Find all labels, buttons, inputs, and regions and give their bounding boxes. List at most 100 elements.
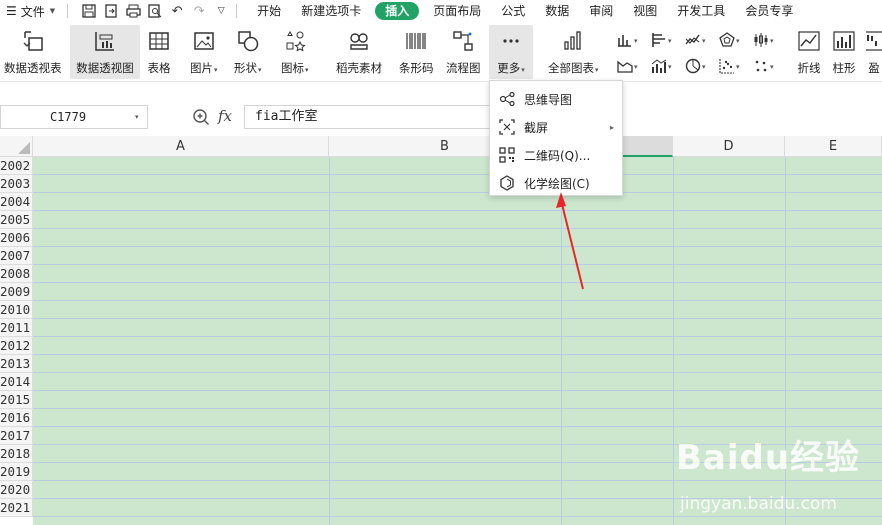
tab-view[interactable]: 视图 bbox=[623, 0, 667, 22]
bar-chart-dropdown[interactable]: ▾ bbox=[651, 32, 683, 50]
zoom-icon[interactable] bbox=[192, 108, 210, 126]
combo-chart-dropdown[interactable]: ▾ bbox=[651, 58, 683, 76]
fx-icon[interactable]: fx bbox=[218, 107, 232, 125]
row-divider bbox=[33, 210, 882, 211]
line-chart-dropdown[interactable]: ▾ bbox=[685, 32, 717, 50]
chevron-down-icon: ▾ bbox=[135, 113, 139, 121]
file-menu-label: 文件 bbox=[20, 4, 45, 19]
row-header[interactable]: 2011 bbox=[0, 319, 33, 337]
column-chart-icon bbox=[617, 32, 633, 51]
tab-membership[interactable]: 会员专享 bbox=[735, 0, 803, 22]
row-header[interactable]: 2005 bbox=[0, 211, 33, 229]
table-button[interactable]: 表格 bbox=[146, 28, 172, 76]
customize-qat-icon[interactable]: ▽ bbox=[212, 2, 230, 20]
row-header[interactable]: 2003 bbox=[0, 175, 33, 193]
column-header-a[interactable]: A bbox=[33, 136, 329, 157]
all-charts-button[interactable]: 全部图表▾ bbox=[548, 28, 599, 76]
chevron-down-icon: ▾ bbox=[668, 37, 672, 45]
stock-chart-dropdown[interactable]: ▾ bbox=[753, 32, 785, 50]
menu-item-screenshot[interactable]: 截屏 ▸ bbox=[490, 113, 622, 141]
row-header[interactable]: 2013 bbox=[0, 355, 33, 373]
pivot-table-icon bbox=[20, 28, 46, 54]
row-divider bbox=[33, 192, 882, 193]
pivot-table-button[interactable]: 数据透视表 bbox=[4, 28, 62, 76]
row-divider bbox=[33, 354, 882, 355]
row-header[interactable]: 2019 bbox=[0, 463, 33, 481]
row-header[interactable]: 2016 bbox=[0, 409, 33, 427]
redo-icon[interactable]: ↷ bbox=[190, 2, 208, 20]
win-loss-button[interactable]: 盈 bbox=[866, 28, 882, 76]
shape-icon bbox=[235, 28, 261, 54]
row-header[interactable]: 2002 bbox=[0, 157, 33, 175]
more-button[interactable]: 更多▾ bbox=[489, 25, 533, 79]
select-all-corner[interactable] bbox=[0, 136, 33, 157]
menu-item-chemistry[interactable]: 化学绘图(C) bbox=[490, 169, 622, 197]
row-header[interactable]: 2004 bbox=[0, 193, 33, 211]
docer-material-button[interactable]: 稻壳素材 bbox=[336, 28, 382, 76]
tab-home[interactable]: 开始 bbox=[247, 0, 291, 22]
row-header[interactable]: 2008 bbox=[0, 265, 33, 283]
menu-item-mindmap[interactable]: 思维导图 bbox=[490, 85, 622, 113]
row-divider bbox=[33, 372, 882, 373]
tab-page-layout[interactable]: 页面布局 bbox=[423, 0, 491, 22]
menu-item-chemistry-label: 化学绘图(C) bbox=[524, 176, 590, 191]
row-header[interactable]: 2012 bbox=[0, 337, 33, 355]
flowchart-button[interactable]: 流程图 bbox=[446, 28, 481, 76]
docer-material-icon bbox=[346, 28, 372, 54]
menu-item-qrcode[interactable]: 二维码(Q)... bbox=[490, 141, 622, 169]
shape-button[interactable]: 形状▾ bbox=[234, 28, 262, 76]
area-chart-dropdown[interactable]: ▾ bbox=[617, 58, 649, 76]
column-header-d[interactable]: D bbox=[673, 136, 785, 157]
shape-label: 形状▾ bbox=[234, 61, 262, 75]
line-sparkline-button[interactable]: 折线 bbox=[796, 28, 822, 76]
column-sparkline-label: 柱形 bbox=[832, 61, 856, 75]
tab-new[interactable]: 新建选项卡 bbox=[291, 0, 371, 22]
pivot-chart-icon bbox=[92, 28, 118, 54]
tab-formulas[interactable]: 公式 bbox=[491, 0, 535, 22]
other-chart-dropdown[interactable]: ▾ bbox=[753, 58, 785, 76]
row-header[interactable]: 2015 bbox=[0, 391, 33, 409]
row-header[interactable]: 2010 bbox=[0, 301, 33, 319]
row-header[interactable]: 2014 bbox=[0, 373, 33, 391]
tab-review[interactable]: 审阅 bbox=[579, 0, 623, 22]
radar-chart-dropdown[interactable]: ▾ bbox=[719, 31, 751, 50]
row-header[interactable]: 2020 bbox=[0, 481, 33, 499]
row-divider bbox=[33, 228, 882, 229]
picture-button[interactable]: 图片▾ bbox=[190, 28, 218, 76]
area-chart-icon bbox=[617, 58, 633, 77]
baidu-jingyan-watermark: Baidu经验 jingyan.baidu.com bbox=[676, 430, 876, 525]
file-menu[interactable]: ☰ 文件 ▼ bbox=[0, 0, 61, 22]
column-header-e[interactable]: E bbox=[785, 136, 882, 157]
scatter-chart-dropdown[interactable]: ▾ bbox=[719, 58, 751, 76]
column-sparkline-button[interactable]: 柱形 bbox=[831, 28, 857, 76]
export-icon[interactable] bbox=[102, 2, 120, 20]
chevron-right-icon: ▸ bbox=[609, 122, 614, 132]
tab-insert[interactable]: 插入 bbox=[375, 2, 420, 20]
name-box[interactable]: C1779 ▾ bbox=[0, 105, 148, 129]
row-header[interactable]: 2007 bbox=[0, 247, 33, 265]
row-header[interactable]: 2021 bbox=[0, 499, 33, 517]
undo-icon[interactable]: ↶ bbox=[168, 2, 186, 20]
row-header[interactable]: 2009 bbox=[0, 283, 33, 301]
menu-bar: ☰ 文件 ▼ ↶ ↷ ▽ 开始 新建选项卡 插入 页面布局 公式 数据 审阅 视… bbox=[0, 0, 882, 22]
column-chart-dropdown[interactable]: ▾ bbox=[617, 32, 649, 50]
name-box-value: C1779 bbox=[49, 110, 87, 124]
pie-chart-dropdown[interactable]: ▾ bbox=[685, 58, 717, 76]
ribbon-tabs: 开始 新建选项卡 插入 页面布局 公式 数据 审阅 视图 开发工具 会员专享 bbox=[247, 0, 803, 22]
table-label: 表格 bbox=[147, 61, 171, 75]
pivot-chart-button[interactable]: 数据透视图 bbox=[70, 25, 140, 79]
row-divider bbox=[33, 390, 882, 391]
save-icon[interactable] bbox=[80, 2, 98, 20]
print-icon[interactable] bbox=[124, 2, 142, 20]
row-divider bbox=[33, 300, 882, 301]
win-loss-icon bbox=[866, 28, 882, 54]
print-preview-icon[interactable] bbox=[146, 2, 164, 20]
row-header[interactable]: 2018 bbox=[0, 445, 33, 463]
row-header[interactable]: 2006 bbox=[0, 229, 33, 247]
icon-library-button[interactable]: 图标▾ bbox=[281, 28, 309, 76]
barcode-button[interactable]: 条形码 bbox=[399, 28, 434, 76]
row-header[interactable]: 2017 bbox=[0, 427, 33, 445]
screenshot-icon bbox=[498, 118, 516, 136]
tab-developer[interactable]: 开发工具 bbox=[667, 0, 735, 22]
tab-data[interactable]: 数据 bbox=[535, 0, 579, 22]
